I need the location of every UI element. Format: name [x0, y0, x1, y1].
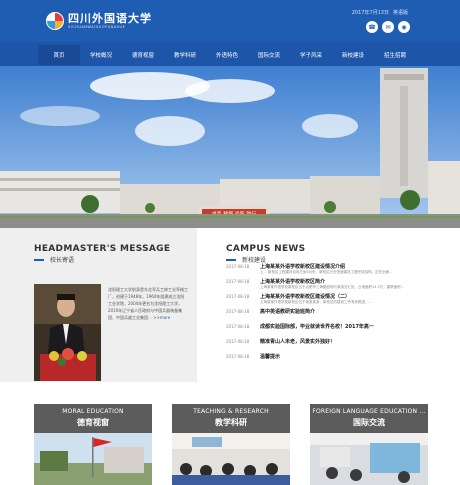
middle-section: HEADMASTER'S MESSAGE 校长寄语 沈阳理工大学前身是东北军兵工… [0, 228, 460, 382]
news-item-title[interactable]: 温馨提示 [260, 353, 280, 360]
news-title: CAMPUS NEWS [226, 244, 306, 254]
card-title-en: FOREIGN LANGUAGE EDUCATION ... [312, 408, 426, 415]
headmaster-message-text: 沈阳理工大学前身是东北军兵工修工业军械工厂，创建于1948年，1960年组建成立… [108, 287, 188, 320]
news-item[interactable]: 2017-08-18 上海某某外语学校新校区建设情况介绍 上... 新校区工程建… [226, 264, 426, 279]
chat-icon[interactable]: ✉ [382, 21, 394, 33]
nav-item-school-overview[interactable]: 学校概况 [80, 45, 122, 65]
logo-english-name: SICHUANWAIGUOYUDAXUE [68, 25, 126, 29]
headmaster-message: 沈阳理工大学前身是东北军兵工修工业军械工厂，创建于1948年，1960年组建成立… [108, 286, 188, 321]
card-image [172, 433, 290, 485]
site-logo[interactable]: 四川外国语大学 SICHUANWAIGUOYUDAXUE [46, 12, 152, 30]
news-item-title[interactable]: 上海某某外语学校新校区建设情况介绍 [260, 263, 345, 270]
news-item-title[interactable]: 上海某某外语学校新校区建设情况（二） [260, 293, 350, 300]
news-item-desc: 上... 新校区工程建设目前已到5月份，新校区已在快速建设工程完成结构，正在全面… [260, 270, 393, 274]
card-title-en: MORAL EDUCATION [62, 408, 124, 415]
news-date: 2017-08-18 [226, 294, 250, 299]
news-item-title[interactable]: 高中英语教研实验班简介 [260, 308, 315, 315]
headmaster-more-link[interactable]: >>more [153, 315, 170, 320]
weibo-icon[interactable]: ◉ [398, 21, 410, 33]
news-item-title[interactable]: 成都实验国际部，毕业就读世界名校！2017年高一 [260, 323, 374, 330]
nav-item-recruitment[interactable]: 招生招聘 [374, 45, 416, 65]
nav-item-students[interactable]: 学子风采 [290, 45, 332, 65]
news-date: 2017-08-18 [226, 354, 250, 359]
card-title-cn: 德育视窗 [77, 418, 109, 427]
card-header: TEACHING & RESEARCH 教学科研 [172, 404, 290, 433]
nav-item-international[interactable]: 国际交流 [248, 45, 290, 65]
feature-cards-section: MORAL EDUCATION 德育视窗 TEACHING & RESEARCH… [0, 382, 460, 485]
news-date: 2017-08-18 [226, 264, 250, 269]
news-date: 2017-08-18 [226, 324, 250, 329]
english-version-link[interactable]: 英语版 [393, 9, 408, 16]
nav-item-new-campus[interactable]: 新校建设 [332, 45, 374, 65]
news-list: 2017-08-18 上海某某外语学校新校区建设情况介绍 上... 新校区工程建… [226, 264, 426, 369]
nav-item-home[interactable]: 首页 [38, 45, 80, 65]
news-item-desc: 上海某某外语学校新校区位于某某某某，新校区的建设工作有序推进，... [260, 300, 372, 304]
news-date: 2017-08-18 [226, 279, 250, 284]
news-item-title[interactable]: 精准青山人未老，风景实外独好！ [260, 338, 335, 345]
nav-item-teaching-research[interactable]: 教学科研 [164, 45, 206, 65]
card-title-cn: 国际交流 [353, 418, 385, 427]
headmaster-title: HEADMASTER'S MESSAGE [34, 244, 171, 254]
headmaster-subtitle-text: 校长寄语 [50, 257, 75, 264]
nav-item-foreign-language[interactable]: 外语特色 [206, 45, 248, 65]
headmaster-photo [34, 284, 101, 381]
card-image [34, 433, 152, 485]
card-teaching-research[interactable]: TEACHING & RESEARCH 教学科研 [172, 404, 290, 485]
news-item[interactable]: 2017-08-18 成都实验国际部，毕业就读世界名校！2017年高一 [226, 324, 426, 339]
site-header: 四川外国语大学 SICHUANWAIGUOYUDAXUE 2017年7月13日 … [0, 0, 460, 66]
logo-chinese-name: 四川外国语大学 [68, 12, 152, 25]
title-dash [34, 258, 44, 261]
news-item[interactable]: 2017-08-18 上海某某外语学校新校区简介 上海某某外语学校新校区位于合肥… [226, 279, 426, 294]
card-header: MORAL EDUCATION 德育视窗 [34, 404, 152, 433]
news-item[interactable]: 2017-08-18 高中英语教研实验班简介 [226, 309, 426, 324]
card-international-exchange[interactable]: FOREIGN LANGUAGE EDUCATION ... 国际交流 [310, 404, 428, 485]
title-dash [226, 258, 236, 261]
news-item[interactable]: 2017-08-18 温馨提示 [226, 354, 426, 369]
news-item-desc: 上海某某外语学校新校区位于合肥市上海路西侧与某街交汇处，占地面积14.5万，建筑… [260, 285, 405, 289]
campus-banner-image: 求真 精细 尚新 致行 [0, 66, 460, 228]
phone-icon[interactable]: ☎ [366, 21, 378, 33]
main-nav: 首页 学校概况 德育视窗 教学科研 外语特色 国际交流 学子风采 新校建设 招生… [38, 45, 416, 65]
card-title-cn: 教学科研 [215, 418, 247, 427]
card-moral-education[interactable]: MORAL EDUCATION 德育视窗 [34, 404, 152, 485]
news-item[interactable]: 2017-08-18 上海某某外语学校新校区建设情况（二） 上海某某外语学校新校… [226, 294, 426, 309]
news-date: 2017-08-18 [226, 339, 250, 344]
card-image [310, 433, 428, 485]
card-title-en: TEACHING & RESEARCH [193, 408, 269, 415]
headmaster-subtitle: 校长寄语 [34, 255, 74, 264]
nav-item-moral-education[interactable]: 德育视窗 [122, 45, 164, 65]
card-header: FOREIGN LANGUAGE EDUCATION ... 国际交流 [310, 404, 428, 433]
university-emblem-icon [46, 12, 64, 30]
news-item[interactable]: 2017-08-18 精准青山人未老，风景实外独好！ [226, 339, 426, 354]
news-item-title[interactable]: 上海某某外语学校新校区简介 [260, 278, 325, 285]
header-date: 2017年7月13日 [351, 10, 389, 16]
campus-banner[interactable]: 求真 精细 尚新 致行 [0, 66, 460, 228]
news-date: 2017-08-18 [226, 309, 250, 314]
